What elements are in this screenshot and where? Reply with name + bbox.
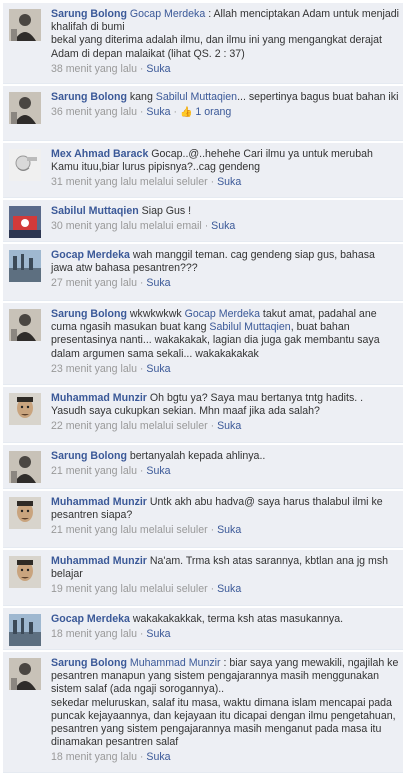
comment-timestamp: 30 menit yang lalu melalui email: [51, 220, 202, 233]
comment-author[interactable]: Sarung Bolong: [51, 91, 127, 103]
sarung-bolong-avatar[interactable]: [9, 9, 41, 41]
comment-author[interactable]: Sarung Bolong: [51, 308, 127, 320]
comment-meta: 30 menit yang lalu melalui email · Suka: [51, 220, 236, 233]
comment-author[interactable]: Muhammad Munzir: [51, 496, 147, 508]
comment-item: Muhammad Munzir Oh bgtu ya? Saya mau ber…: [3, 387, 403, 443]
gocap-merdeka-avatar[interactable]: [9, 250, 41, 282]
muhammad-munzir-avatar[interactable]: [9, 556, 41, 588]
mex-ahmad-barack-avatar[interactable]: [9, 149, 41, 181]
like-count-link[interactable]: 1 orang: [195, 106, 231, 118]
comment-text: : biar saya yang mewakili, ngajilah ke p…: [51, 657, 399, 749]
like-link[interactable]: Suka: [146, 751, 170, 763]
comment-author[interactable]: Sabilul Muttaqien: [51, 205, 139, 217]
comment-text: wakakakakkak, terma ksh atas masukannya.: [129, 613, 344, 625]
muhammad-munzir-avatar[interactable]: [9, 393, 41, 425]
thumbs-up-icon: 👍: [179, 107, 193, 119]
comment-item: Sarung Bolong kang Sabilul Muttaqien... …: [3, 86, 403, 141]
comment-timestamp: 19 menit yang lalu melalui seluler: [51, 583, 208, 596]
like-link[interactable]: Suka: [146, 63, 170, 75]
comment-meta: 31 menit yang lalu melalui seluler · Suk…: [51, 176, 242, 189]
comment-author[interactable]: Gocap Merdeka: [51, 249, 130, 261]
comment-mention[interactable]: Sabilul Muttaqien: [209, 321, 290, 333]
comment-meta: 18 menit yang lalu · Suka: [51, 751, 171, 764]
comment-author[interactable]: Sarung Bolong: [51, 657, 127, 669]
comment-timestamp: 23 menit yang lalu: [51, 362, 137, 375]
sarung-bolong-avatar[interactable]: [9, 451, 41, 483]
comment-item: Sarung Bolong wkwkwkwk Gocap Merdeka tak…: [3, 303, 403, 385]
sarung-bolong-avatar[interactable]: [9, 92, 41, 124]
comment-timestamp: 21 menit yang lalu melalui seluler: [51, 524, 208, 537]
like-link[interactable]: Suka: [217, 420, 241, 432]
comment-timestamp: 21 menit yang lalu: [51, 465, 137, 478]
comment-item: Sarung Bolong bertanyalah kepada ahlinya…: [3, 445, 403, 489]
sabilul-muttaqien-avatar[interactable]: [9, 206, 41, 238]
comment-meta: 21 menit yang lalu · Suka: [51, 465, 171, 478]
comment-author[interactable]: Sarung Bolong: [51, 450, 127, 462]
comment-text: ... sepertinya bagus buat bahan iki: [237, 91, 399, 103]
like-link[interactable]: Suka: [146, 363, 170, 375]
comment-meta: 22 menit yang lalu melalui seluler · Suk…: [51, 420, 242, 433]
like-link[interactable]: Suka: [211, 220, 235, 232]
comment-text: bertanyalah kepada ahlinya..: [126, 450, 266, 462]
comment-item: Mex Ahmad Barack Gocap..@..hehehe Cari i…: [3, 143, 403, 198]
comment-mention[interactable]: Gocap Merdeka: [130, 8, 205, 20]
comment-timestamp: 27 menit yang lalu: [51, 277, 137, 290]
sarung-bolong-avatar[interactable]: [9, 658, 41, 690]
comment-meta: 27 menit yang lalu · Suka: [51, 277, 171, 290]
comment-author[interactable]: Mex Ahmad Barack: [51, 148, 148, 160]
comment-timestamp: 38 menit yang lalu: [51, 62, 137, 75]
comment-author[interactable]: Muhammad Munzir: [51, 392, 147, 404]
like-link[interactable]: Suka: [217, 583, 241, 595]
like-link[interactable]: Suka: [146, 628, 170, 640]
like-link[interactable]: Suka: [146, 277, 170, 289]
comment-item: Muhammad Munzir Untk akh abu hadva@ saya…: [3, 491, 403, 548]
muhammad-munzir-avatar[interactable]: [9, 497, 41, 529]
gocap-merdeka-avatar[interactable]: [9, 614, 41, 646]
comment-meta: 18 menit yang lalu · Suka: [51, 628, 171, 641]
like-link[interactable]: Suka: [217, 524, 241, 536]
comment-meta: 36 menit yang lalu · Suka · 👍 1 orang: [51, 106, 232, 119]
comment-author[interactable]: Muhammad Munzir: [51, 555, 147, 567]
comment-author[interactable]: Sarung Bolong: [51, 8, 127, 20]
comment-item: Gocap Merdeka wakakakakkak, terma ksh at…: [3, 608, 403, 650]
comment-mention[interactable]: Gocap Merdeka: [185, 308, 260, 320]
comment-timestamp: 31 menit yang lalu melalui seluler: [51, 176, 208, 189]
comment-item: Sabilul Muttaqien Siap Gus ! 30 menit ya…: [3, 200, 403, 242]
comment-mention[interactable]: Muhammad Munzir: [130, 657, 221, 669]
comment-timestamp: 18 menit yang lalu: [51, 751, 137, 764]
like-link[interactable]: Suka: [146, 106, 170, 118]
comment-meta: 19 menit yang lalu melalui seluler · Suk…: [51, 583, 242, 596]
comment-timestamp: 22 menit yang lalu melalui seluler: [51, 420, 208, 433]
comment-item: Muhammad Munzir Na'am. Trma ksh atas sar…: [3, 550, 403, 606]
comment-timestamp: 36 menit yang lalu: [51, 106, 137, 119]
comment-meta: 23 menit yang lalu · Suka: [51, 362, 171, 375]
comment-meta: 38 menit yang lalu · Suka: [51, 62, 171, 75]
comment-timestamp: 18 menit yang lalu: [51, 628, 137, 641]
comment-item: Sarung Bolong Muhammad Munzir : biar say…: [3, 652, 403, 773]
like-link[interactable]: Suka: [217, 176, 241, 188]
comment-text: Siap Gus !: [138, 205, 192, 217]
comment-item: Sarung Bolong Gocap Merdeka : Allah menc…: [3, 3, 403, 84]
comment-meta: 21 menit yang lalu melalui seluler · Suk…: [51, 524, 242, 537]
comment-mention[interactable]: Sabilul Muttaqien: [156, 91, 237, 103]
comment-feed: Sarung Bolong Gocap Merdeka : Allah menc…: [0, 0, 408, 776]
comment-author[interactable]: Gocap Merdeka: [51, 613, 130, 625]
sarung-bolong-avatar[interactable]: [9, 309, 41, 341]
like-link[interactable]: Suka: [146, 465, 170, 477]
comment-item: Gocap Merdeka wah manggil teman. cag gen…: [3, 244, 403, 301]
